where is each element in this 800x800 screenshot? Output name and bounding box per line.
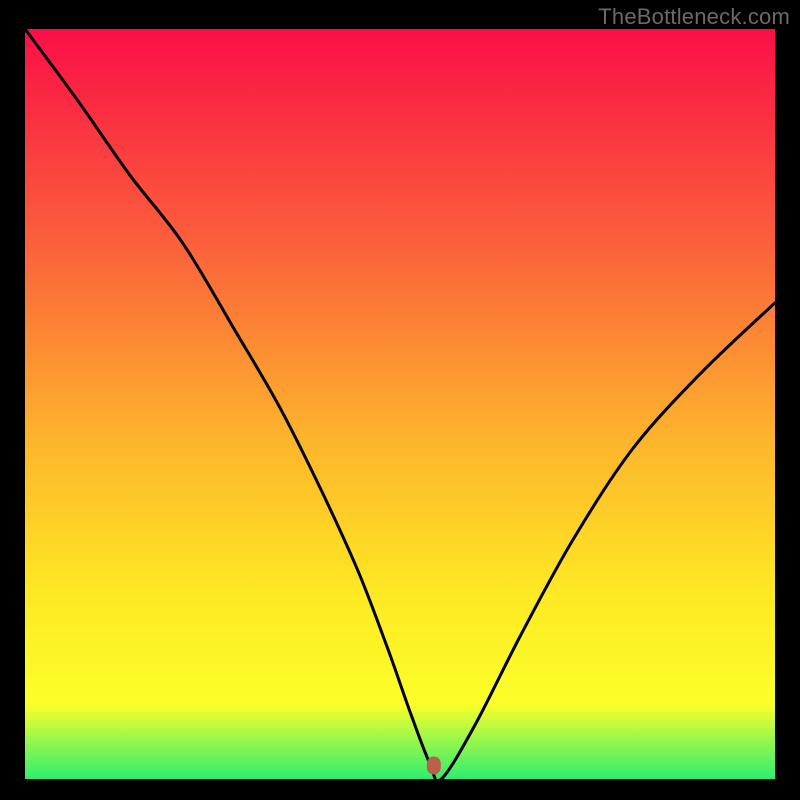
chart-frame: TheBottleneck.com [0, 0, 800, 800]
plot-area [25, 29, 775, 779]
watermark-text: TheBottleneck.com [598, 4, 790, 30]
optimum-marker [427, 757, 441, 775]
chart-svg [25, 29, 775, 779]
gradient-background [25, 29, 775, 779]
